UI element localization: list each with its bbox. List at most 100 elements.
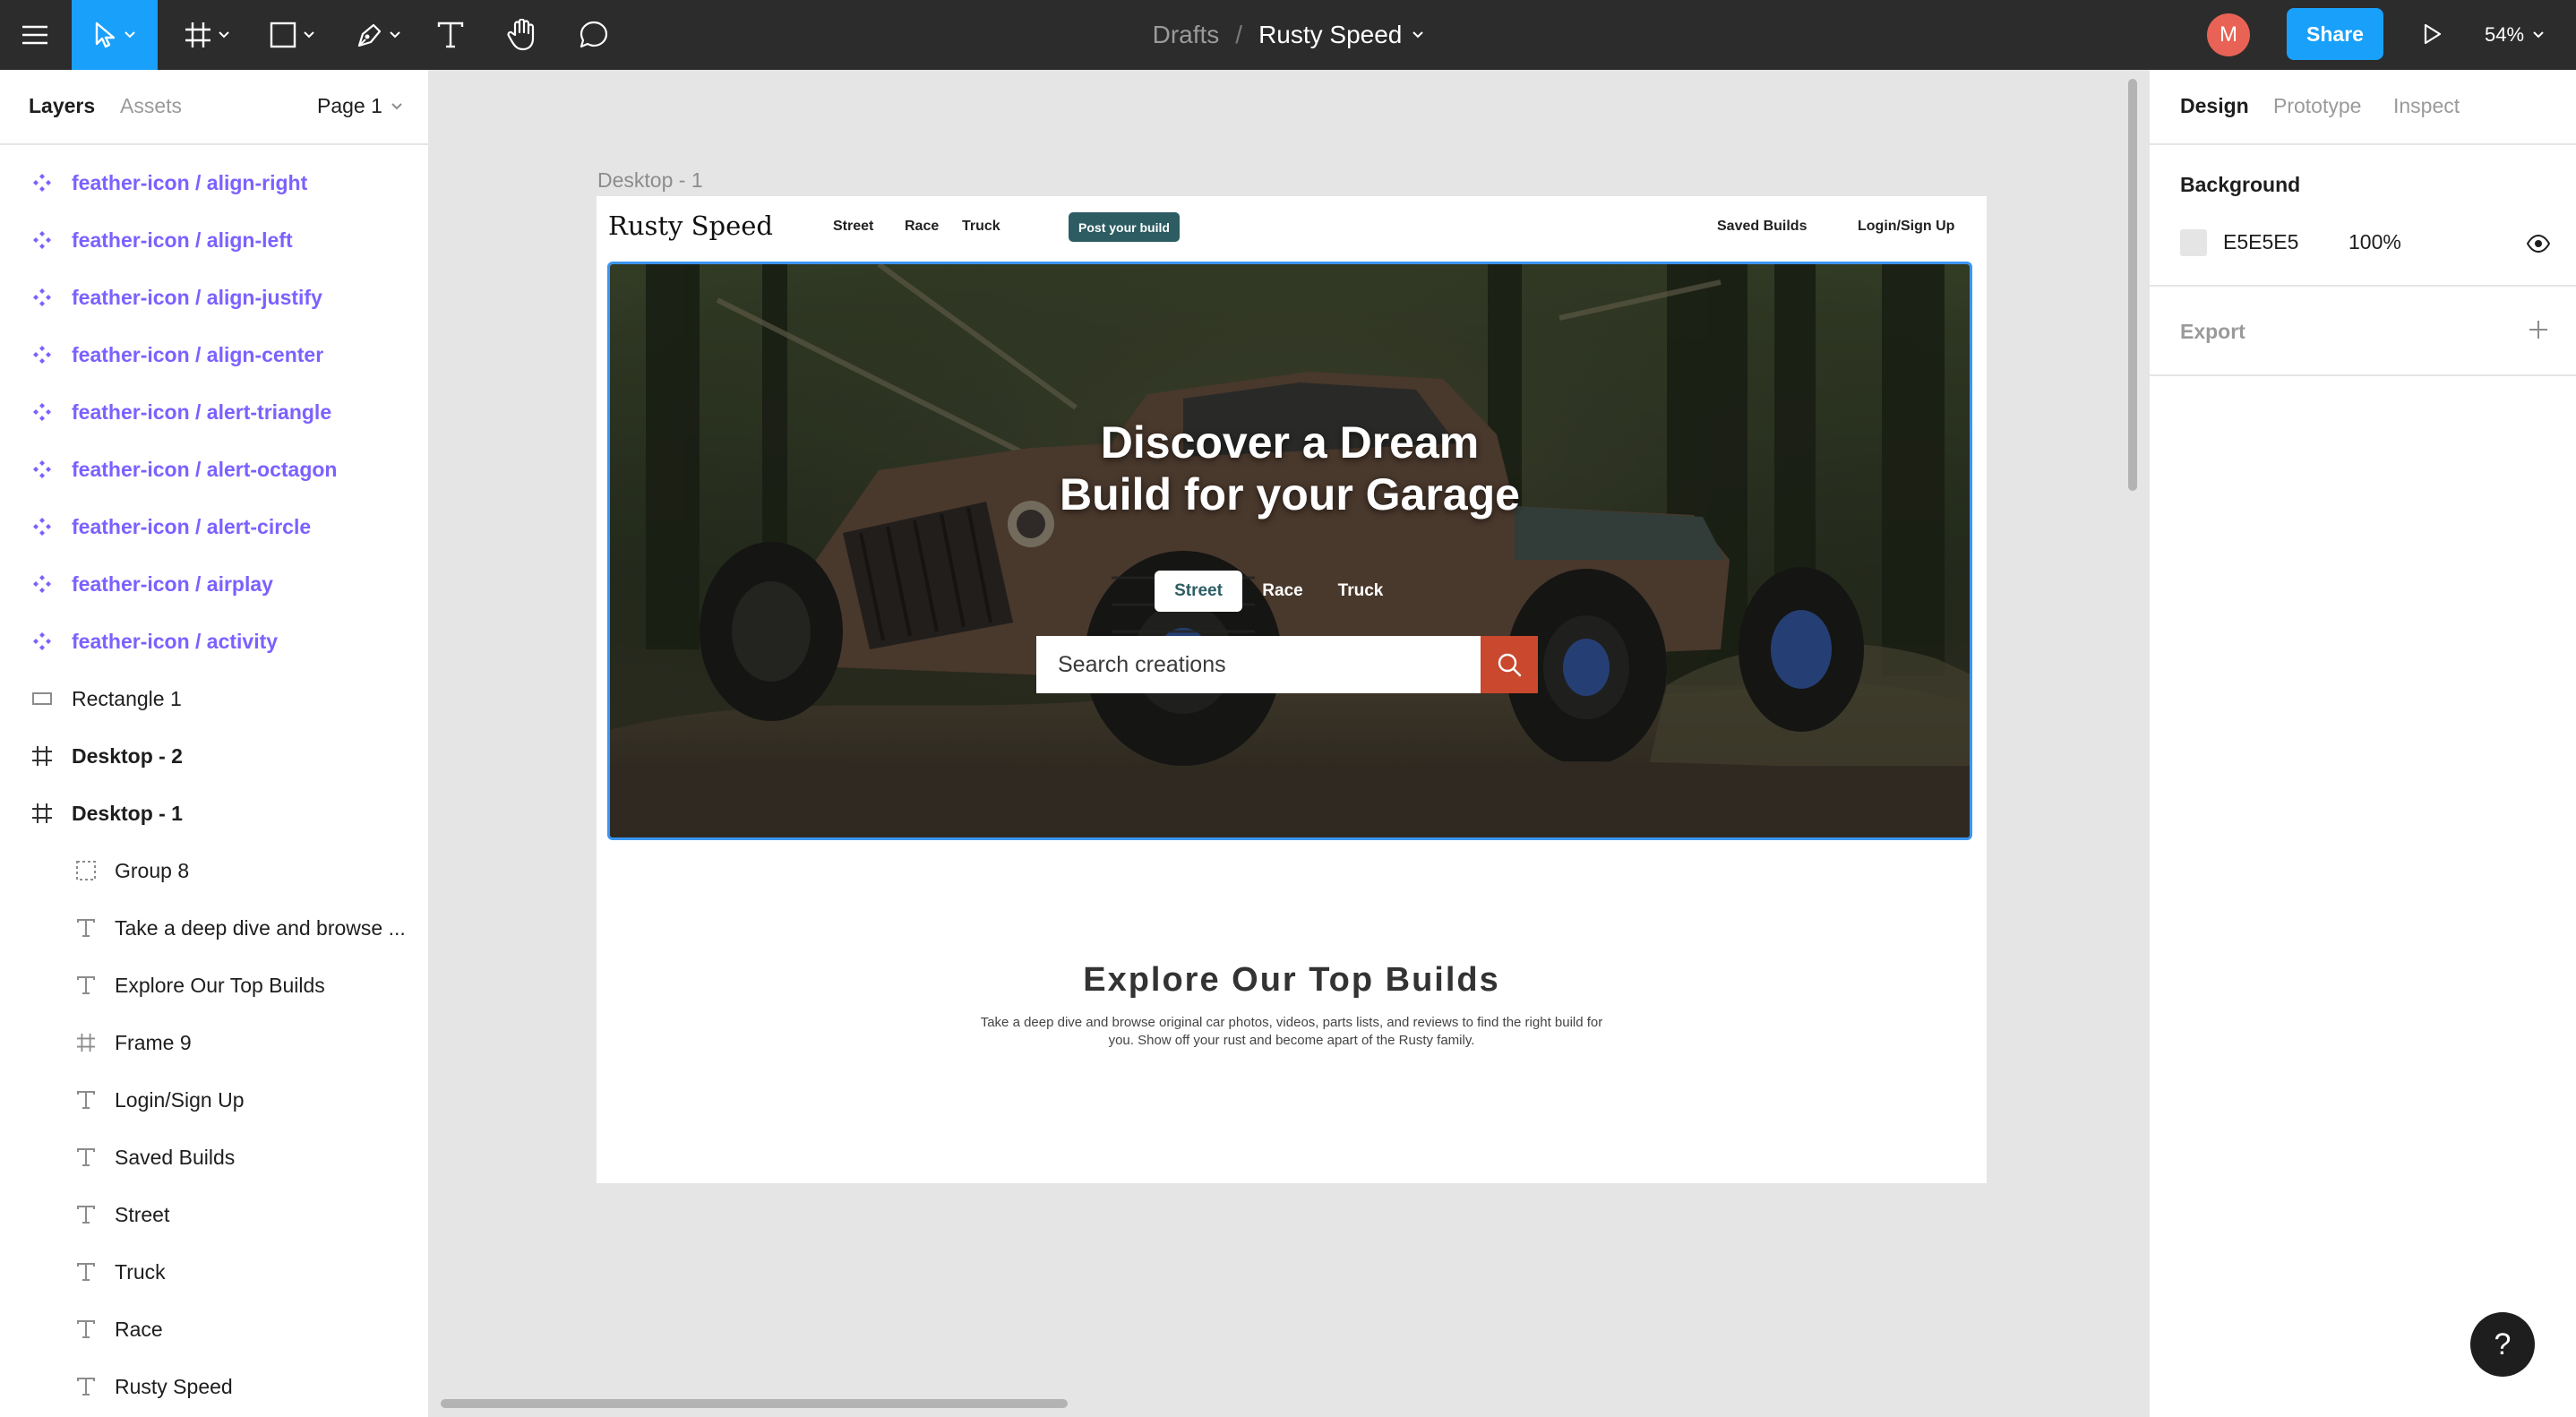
background-heading: Background — [2180, 173, 2301, 196]
text-layer-icon — [73, 973, 99, 998]
post-build-button[interactable]: Post your build — [1069, 212, 1180, 242]
hero-title-line: Discover a Dream — [1100, 417, 1480, 468]
frame-label[interactable]: Desktop - 1 — [597, 168, 703, 193]
chevron-down-icon — [390, 31, 400, 39]
canvas-vertical-scrollbar[interactable] — [2128, 79, 2137, 491]
layer-row[interactable]: feather-icon / align-center — [0, 326, 428, 383]
component-icon — [30, 399, 55, 425]
background-hex-input[interactable]: E5E5E5 — [2223, 230, 2298, 254]
component-icon — [30, 228, 55, 253]
layer-row[interactable]: Take a deep dive and browse ... — [0, 899, 428, 957]
tab-prototype[interactable]: Prototype — [2273, 94, 2361, 118]
site-navbar: Rusty Speed Street Race Truck Post your … — [597, 196, 1987, 259]
hero-tab-race[interactable]: Race — [1253, 571, 1312, 612]
page-name: Page 1 — [317, 94, 382, 117]
text-layer-icon — [73, 1374, 99, 1399]
hero-category-tabs: Street Race Truck — [610, 571, 1970, 612]
text-layer-icon — [73, 1145, 99, 1170]
tab-layers[interactable]: Layers — [29, 94, 95, 118]
hero-tab-truck[interactable]: Truck — [1327, 571, 1395, 612]
page-selector[interactable]: Page 1 — [317, 94, 402, 118]
tab-assets[interactable]: Assets — [120, 94, 182, 118]
layer-row[interactable]: feather-icon / alert-octagon — [0, 441, 428, 498]
component-icon — [30, 457, 55, 482]
layer-name: feather-icon / alert-triangle — [72, 399, 332, 424]
file-name: Rusty Speed — [1258, 21, 1403, 48]
layer-row[interactable]: feather-icon / airplay — [0, 555, 428, 613]
visibility-toggle[interactable] — [2524, 229, 2553, 258]
layer-row[interactable]: feather-icon / alert-circle — [0, 498, 428, 555]
group-icon — [73, 858, 99, 883]
layer-row[interactable]: Explore Our Top Builds — [0, 957, 428, 1014]
layer-name: Take a deep dive and browse ... — [115, 915, 406, 940]
share-button[interactable]: Share — [2287, 8, 2383, 60]
layer-row[interactable]: Truck — [0, 1243, 428, 1301]
export-heading[interactable]: Export — [2180, 320, 2245, 344]
site-logo[interactable]: Rusty Speed — [608, 210, 773, 241]
shape-tool-button[interactable] — [256, 0, 328, 70]
layer-row[interactable]: feather-icon / align-justify — [0, 269, 428, 326]
add-export-button[interactable] — [2524, 315, 2553, 344]
zoom-menu[interactable]: 54% — [2485, 0, 2544, 70]
layer-row[interactable]: Street — [0, 1186, 428, 1243]
layers-panel: Layers Assets Page 1 feather-icon / alig… — [0, 70, 430, 1417]
nav-link-street[interactable]: Street — [833, 219, 873, 235]
pen-tool-button[interactable] — [342, 0, 414, 70]
background-opacity-input[interactable]: 100% — [2348, 230, 2401, 254]
hero-tab-street[interactable]: Street — [1155, 571, 1242, 612]
canvas-horizontal-scrollbar[interactable] — [441, 1399, 1068, 1408]
left-panel-tabs: Layers Assets Page 1 — [0, 70, 428, 145]
frame-icon — [30, 743, 55, 769]
frame-icon — [30, 801, 55, 826]
layer-row[interactable]: Saved Builds — [0, 1129, 428, 1186]
layer-row[interactable]: feather-icon / align-left — [0, 211, 428, 269]
main-menu-button[interactable] — [0, 0, 70, 70]
layer-row[interactable]: feather-icon / align-right — [0, 154, 428, 211]
text-layer-icon — [73, 1202, 99, 1227]
layer-row[interactable]: Login/Sign Up — [0, 1071, 428, 1129]
layer-row[interactable]: feather-icon / alert-triangle — [0, 383, 428, 441]
chevron-down-icon — [304, 31, 314, 39]
nav-link-saved-builds[interactable]: Saved Builds — [1717, 219, 1807, 235]
artboard-desktop-1[interactable]: Rusty Speed Street Race Truck Post your … — [597, 196, 1987, 1183]
search-icon — [1496, 651, 1523, 678]
help-button[interactable]: ? — [2470, 1312, 2535, 1377]
hand-tool-button[interactable] — [498, 0, 546, 70]
user-avatar[interactable]: M — [2207, 13, 2250, 56]
layer-row[interactable]: Frame 9 — [0, 1014, 428, 1071]
tab-design[interactable]: Design — [2180, 94, 2249, 118]
text-tool-button[interactable] — [426, 0, 475, 70]
layer-row[interactable]: Desktop - 2 — [0, 727, 428, 785]
nav-link-race[interactable]: Race — [905, 219, 939, 235]
search-button[interactable] — [1481, 636, 1538, 693]
nav-link-login[interactable]: Login/Sign Up — [1858, 219, 1954, 235]
comment-icon — [579, 20, 609, 50]
layer-name: Login/Sign Up — [115, 1087, 245, 1112]
layer-row[interactable]: feather-icon / activity — [0, 613, 428, 670]
move-tool-button[interactable] — [72, 0, 158, 70]
tab-inspect[interactable]: Inspect — [2393, 94, 2460, 118]
nav-link-truck[interactable]: Truck — [962, 219, 1000, 235]
layer-name: Desktop - 2 — [72, 743, 183, 768]
layer-row[interactable]: Rectangle 1 — [0, 670, 428, 727]
design-canvas[interactable]: Desktop - 1 Rusty Speed Street Race Truc… — [430, 70, 2148, 1417]
frame-tool-button[interactable] — [170, 0, 244, 70]
component-icon — [30, 342, 55, 367]
layer-row[interactable]: Race — [0, 1301, 428, 1358]
background-color-swatch[interactable] — [2180, 229, 2207, 256]
breadcrumb-drafts[interactable]: Drafts — [1153, 21, 1220, 49]
comment-tool-button[interactable] — [570, 0, 618, 70]
layer-row[interactable]: Group 8 — [0, 842, 428, 899]
search-input[interactable] — [1036, 636, 1481, 693]
hero-title-line: Build for your Garage — [1060, 469, 1520, 520]
layer-row[interactable]: Desktop - 1 — [0, 785, 428, 842]
file-name-menu[interactable]: Rusty Speed — [1258, 21, 1424, 49]
layer-row[interactable]: Rusty Speed — [0, 1358, 428, 1415]
hero-section[interactable]: Discover a Dream Build for your Garage S… — [607, 262, 1972, 840]
properties-panel: Design Prototype Inspect Background E5E5… — [2148, 70, 2576, 1417]
present-button[interactable] — [2413, 14, 2452, 54]
layer-name: Saved Builds — [115, 1145, 236, 1169]
frame-icon — [73, 1030, 99, 1055]
text-layer-icon — [73, 1259, 99, 1284]
component-icon — [30, 285, 55, 310]
